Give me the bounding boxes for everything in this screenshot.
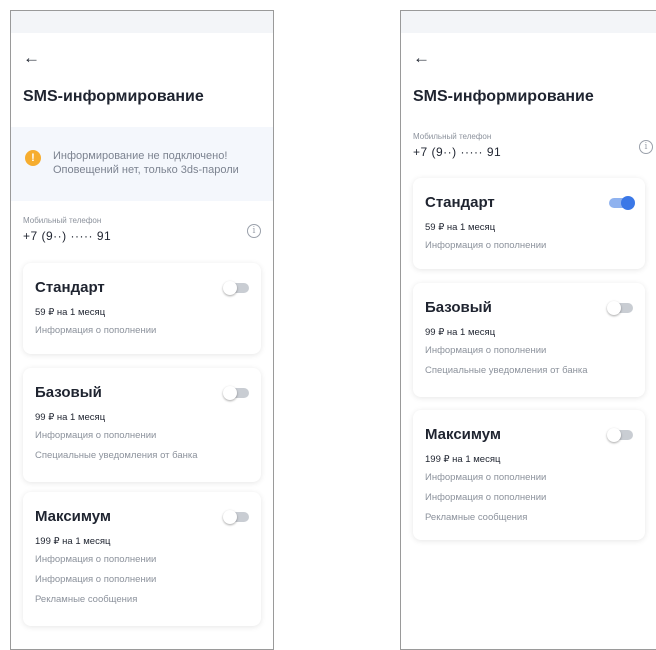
toggle-knob bbox=[223, 281, 237, 295]
plan-price: 99 ₽ на 1 месяц bbox=[425, 327, 496, 338]
toggle-knob bbox=[607, 301, 621, 315]
toggle-knob bbox=[607, 428, 621, 442]
plan-feature: Информация о пополнении bbox=[425, 240, 547, 251]
plan-card-basic[interactable]: Базовый 99 ₽ на 1 месяц Информация о поп… bbox=[413, 283, 645, 397]
plan-card-standard[interactable]: Стандарт 59 ₽ на 1 месяц Информация о по… bbox=[413, 178, 645, 269]
phone-label: Мобильный телефон bbox=[413, 132, 492, 141]
status-bar bbox=[11, 11, 273, 33]
plan-name: Максимум bbox=[425, 426, 502, 443]
plan-feature: Информация о пополнении bbox=[35, 574, 157, 585]
plan-name: Базовый bbox=[425, 299, 492, 316]
plan-card-maximum[interactable]: Максимум 199 ₽ на 1 месяц Информация о п… bbox=[413, 410, 645, 540]
plan-toggle[interactable] bbox=[223, 386, 249, 400]
plan-card-standard[interactable]: Стандарт 59 ₽ на 1 месяц Информация о по… bbox=[23, 263, 261, 354]
plan-feature: Информация о пополнении bbox=[425, 472, 547, 483]
plan-feature: Информация о пополнении bbox=[425, 492, 547, 503]
phone-value: +7 (9··) ····· 91 bbox=[23, 229, 112, 243]
plan-name: Стандарт bbox=[425, 194, 495, 211]
info-circle-icon[interactable]: i bbox=[639, 140, 653, 154]
toggle-knob bbox=[223, 510, 237, 524]
plan-toggle[interactable] bbox=[223, 281, 249, 295]
phone-screen-right: ← SMS-информирование Мобильный телефон +… bbox=[400, 10, 656, 650]
plan-toggle[interactable] bbox=[607, 301, 633, 315]
page-title: SMS-информирование bbox=[413, 88, 594, 105]
notice-line-1: Информирование не подключено! bbox=[53, 150, 228, 162]
back-arrow-icon[interactable]: ← bbox=[23, 49, 40, 66]
phone-value: +7 (9··) ····· 91 bbox=[413, 145, 502, 159]
plan-card-basic[interactable]: Базовый 99 ₽ на 1 месяц Информация о поп… bbox=[23, 368, 261, 482]
plan-price: 199 ₽ на 1 месяц bbox=[35, 536, 111, 547]
plan-price: 59 ₽ на 1 месяц bbox=[425, 222, 496, 233]
plan-feature: Информация о пополнении bbox=[425, 345, 547, 356]
toggle-knob bbox=[621, 196, 635, 210]
plan-name: Стандарт bbox=[35, 279, 105, 296]
notice-text: Информирование не подключено! Оповещений… bbox=[53, 149, 239, 177]
phone-screen-left: ← SMS-информирование ! Информирование не… bbox=[10, 10, 274, 650]
back-arrow-icon[interactable]: ← bbox=[413, 49, 430, 66]
page-title: SMS-информирование bbox=[23, 88, 204, 105]
plan-price: 199 ₽ на 1 месяц bbox=[425, 454, 501, 465]
plan-feature: Специальные уведомления от банка bbox=[35, 450, 198, 461]
plan-feature: Рекламные сообщения bbox=[35, 594, 138, 605]
plan-toggle[interactable] bbox=[609, 196, 635, 210]
plan-price: 99 ₽ на 1 месяц bbox=[35, 412, 106, 423]
status-bar bbox=[401, 11, 656, 33]
plan-feature: Информация о пополнении bbox=[35, 554, 157, 565]
plan-toggle[interactable] bbox=[607, 428, 633, 442]
plan-name: Максимум bbox=[35, 508, 112, 525]
plan-feature: Специальные уведомления от банка bbox=[425, 365, 588, 376]
plan-toggle[interactable] bbox=[223, 510, 249, 524]
phone-label: Мобильный телефон bbox=[23, 216, 102, 225]
notice-banner: ! Информирование не подключено! Оповещен… bbox=[11, 127, 273, 201]
info-circle-icon[interactable]: i bbox=[247, 224, 261, 238]
plan-feature: Информация о пополнении bbox=[35, 430, 157, 441]
plan-card-maximum[interactable]: Максимум 199 ₽ на 1 месяц Информация о п… bbox=[23, 492, 261, 626]
plan-price: 59 ₽ на 1 месяц bbox=[35, 307, 106, 318]
plan-name: Базовый bbox=[35, 384, 102, 401]
exclamation-circle-icon: ! bbox=[25, 150, 41, 166]
notice-line-2: Оповещений нет, только 3ds-пароли bbox=[53, 164, 239, 176]
toggle-knob bbox=[223, 386, 237, 400]
plan-feature: Рекламные сообщения bbox=[425, 512, 528, 523]
plan-feature: Информация о пополнении bbox=[35, 325, 157, 336]
